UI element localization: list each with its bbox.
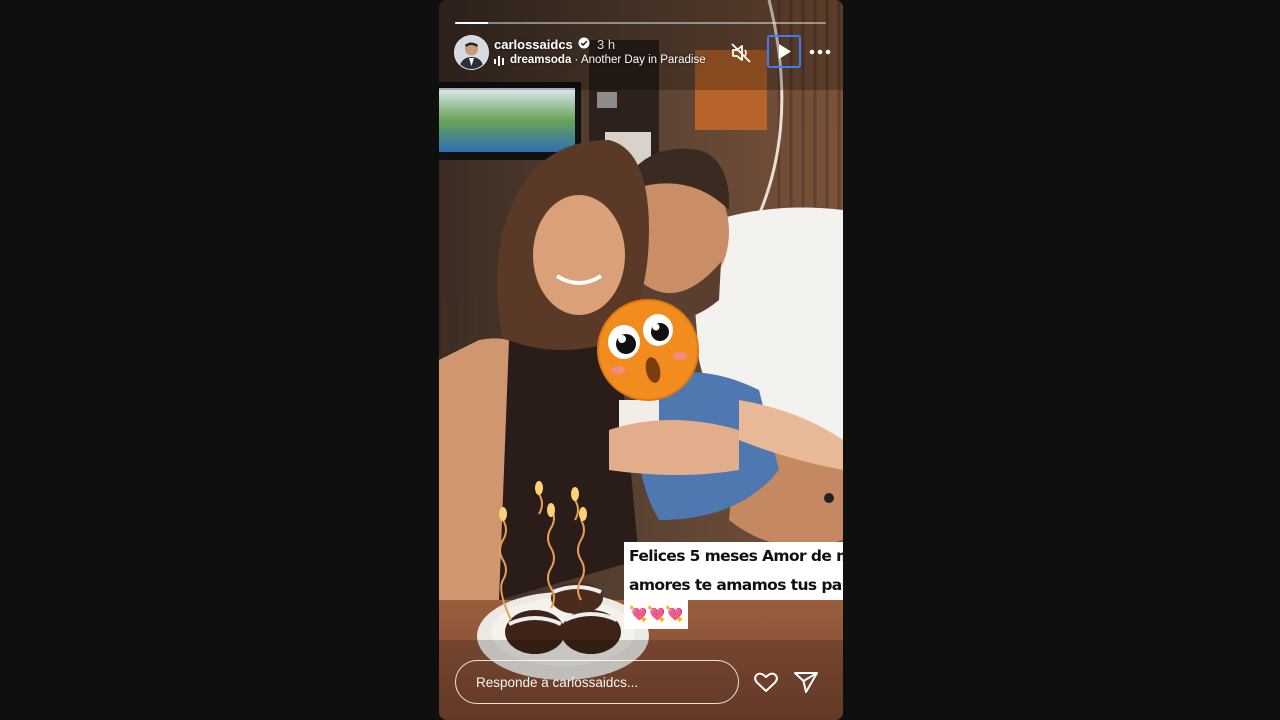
story-progress-fill: [455, 22, 489, 24]
verified-badge-icon: [578, 37, 590, 49]
like-button[interactable]: [753, 670, 779, 694]
caption-hearts: 💘💘💘: [624, 600, 689, 629]
speaker-muted-icon: [731, 43, 751, 63]
caption-line-1: Felices 5 meses Amor de mis: [624, 542, 843, 571]
more-horizontal-icon: [809, 49, 831, 55]
story-progress-bar: [455, 22, 826, 24]
story-card[interactable]: carlossaidcs 3 h dreamsoda · Another Day…: [439, 0, 843, 720]
caption-line-2: amores te amamos tus papis: [624, 571, 843, 600]
surprised-face-emoji: [597, 299, 699, 401]
post-time: 3 h: [597, 37, 616, 52]
heart-icon: [754, 672, 778, 692]
story-caption: Felices 5 meses Amor de mis amores te am…: [624, 542, 843, 629]
music-bars-icon: [494, 56, 504, 66]
mute-button[interactable]: [730, 42, 752, 64]
music-separator: ·: [571, 54, 581, 66]
play-icon: [779, 44, 791, 59]
share-button[interactable]: [793, 670, 819, 694]
send-icon: [794, 672, 818, 693]
avatar[interactable]: [454, 35, 489, 70]
play-button[interactable]: [767, 35, 801, 68]
music-artist: dreamsoda: [510, 54, 572, 66]
more-options-button[interactable]: [808, 42, 832, 62]
music-attribution[interactable]: dreamsoda · Another Day in Paradise: [510, 54, 718, 66]
story-viewer-page: carlossaidcs 3 h dreamsoda · Another Day…: [0, 0, 1280, 720]
story-header: carlossaidcs 3 h dreamsoda · Another Day…: [454, 34, 832, 72]
reply-input[interactable]: [455, 660, 739, 704]
music-track: Another Day in Paradise: [580, 54, 706, 66]
story-username[interactable]: carlossaidcs: [494, 37, 573, 52]
